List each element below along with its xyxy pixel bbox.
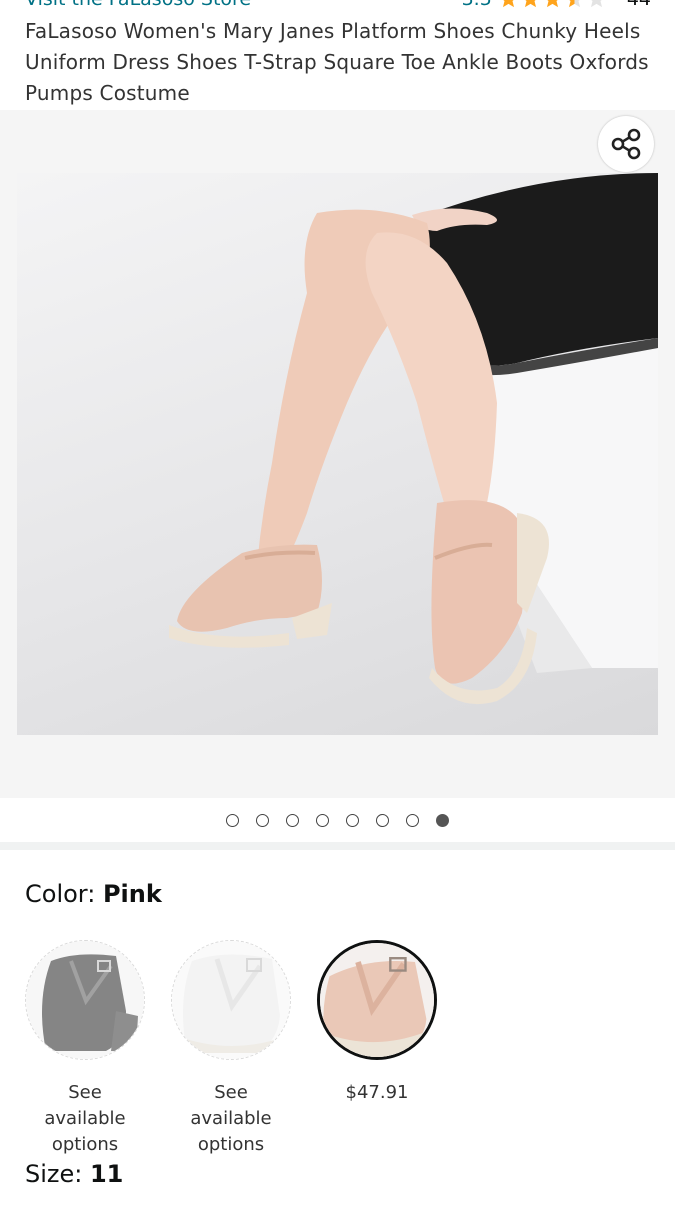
image-pager[interactable] xyxy=(0,798,675,842)
swatch-pink-price: $47.91 xyxy=(345,1082,409,1103)
rating-stars xyxy=(498,0,607,9)
star-half-icon xyxy=(568,0,580,8)
star-empty-icon xyxy=(590,0,602,8)
pager-dot[interactable] xyxy=(286,813,299,827)
pager-dot[interactable] xyxy=(316,813,329,827)
pager-dot[interactable] xyxy=(256,813,269,827)
pink-shoe-thumbnail xyxy=(320,943,434,1057)
pager-dot[interactable] xyxy=(406,813,419,827)
product-photo[interactable] xyxy=(17,173,658,735)
image-gallery[interactable] xyxy=(0,110,675,798)
rating-count: 44 xyxy=(627,0,651,10)
swatch-white-label: See available options xyxy=(190,1082,272,1155)
product-photo-illustration xyxy=(169,173,658,705)
pager-dot[interactable] xyxy=(226,813,239,827)
pager-dot-active[interactable] xyxy=(436,813,449,827)
rating-value: 3.5 xyxy=(462,0,492,10)
swatch-pink[interactable]: $47.91 xyxy=(317,940,437,1158)
black-shoe-thumbnail xyxy=(26,941,144,1059)
rating[interactable]: 3.5 44 xyxy=(462,0,651,10)
selected-size: 11 xyxy=(89,1160,124,1188)
store-link[interactable]: Visit the FaLasoso Store xyxy=(25,0,251,10)
share-button[interactable] xyxy=(598,116,654,172)
product-title: FaLasoso Women's Mary Janes Platform Sho… xyxy=(25,19,649,105)
star-full-icon xyxy=(502,0,514,8)
selected-color: Pink xyxy=(102,880,162,908)
swatch-black-label: See available options xyxy=(44,1082,126,1155)
swatch-black[interactable]: See available options xyxy=(25,940,145,1158)
section-divider xyxy=(0,842,675,850)
color-swatches: See available options See available opti… xyxy=(25,940,437,1158)
size-label: Size: xyxy=(25,1160,90,1188)
product-header: Visit the FaLasoso Store 3.5 44 FaLasoso… xyxy=(0,0,675,110)
share-icon xyxy=(611,128,641,160)
star-full-icon xyxy=(524,0,536,8)
pager-dot[interactable] xyxy=(346,813,359,827)
swatch-pink-image[interactable] xyxy=(317,940,437,1060)
color-label: Color: xyxy=(25,880,103,908)
size-selector-label: Size: 11 xyxy=(25,1160,123,1188)
white-shoe-thumbnail xyxy=(172,941,290,1059)
color-selector-label: Color: Pink xyxy=(25,880,162,908)
swatch-white[interactable]: See available options xyxy=(171,940,291,1158)
swatch-white-image[interactable] xyxy=(171,940,291,1060)
swatch-black-image[interactable] xyxy=(25,940,145,1060)
pager-dot[interactable] xyxy=(376,813,389,827)
star-full-icon xyxy=(546,0,558,8)
